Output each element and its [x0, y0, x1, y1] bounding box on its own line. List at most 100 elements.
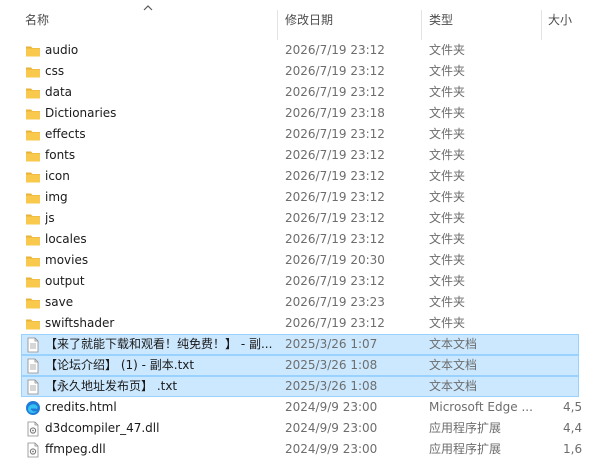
file-date: 2024/9/9 23:00 [285, 421, 378, 435]
file-name: effects [45, 127, 86, 141]
column-divider[interactable] [277, 10, 278, 40]
folder-icon [25, 190, 41, 206]
file-row[interactable]: 【论坛介绍】 (1) - 副本.txt 2025/3/26 1:08 文本文档 [0, 355, 590, 376]
folder-icon [25, 106, 41, 122]
file-type: Microsoft Edge ... [429, 400, 533, 414]
file-type: 文件夹 [429, 316, 466, 330]
file-type: 文件夹 [429, 253, 466, 267]
file-type: 文件夹 [429, 295, 466, 309]
file-row[interactable]: 【永久地址发布页】 .txt 2025/3/26 1:08 文本文档 [0, 376, 590, 397]
file-row[interactable]: output 2026/7/19 23:12 文件夹 [0, 271, 590, 292]
file-row[interactable]: save 2026/7/19 23:23 文件夹 [0, 292, 590, 313]
file-name: output [45, 274, 85, 288]
file-type: 文件夹 [429, 106, 466, 120]
file-type: 文本文档 [429, 358, 478, 372]
file-row[interactable]: 【来了就能下载和观看！纯免费！】 - 副... 2025/3/26 1:07 文本文… [0, 334, 590, 355]
file-date: 2026/7/19 23:12 [285, 148, 385, 162]
file-date: 2026/7/19 23:12 [285, 85, 385, 99]
folder-icon [25, 232, 41, 248]
file-type: 文件夹 [429, 43, 466, 57]
column-header-date[interactable]: 修改日期 [285, 0, 415, 40]
file-date: 2025/3/26 1:08 [285, 358, 378, 372]
text-file-icon [25, 379, 41, 395]
folder-icon [25, 316, 41, 332]
column-divider[interactable] [421, 10, 422, 40]
edge-html-icon [25, 400, 41, 416]
file-name: 【来了就能下载和观看！纯免费！】 - 副... [45, 337, 273, 351]
file-type: 文件夹 [429, 274, 466, 288]
file-type: 文件夹 [429, 148, 466, 162]
file-date: 2026/7/19 23:23 [285, 295, 385, 309]
file-date: 2026/7/19 23:12 [285, 316, 385, 330]
file-row[interactable]: locales 2026/7/19 23:12 文件夹 [0, 229, 590, 250]
file-date: 2026/7/19 23:18 [285, 106, 385, 120]
file-type: 文件夹 [429, 169, 466, 183]
vertical-scrollbar[interactable] [582, 40, 590, 469]
file-name: 【永久地址发布页】 .txt [45, 379, 178, 393]
file-name: ffmpeg.dll [45, 442, 106, 456]
file-date: 2026/7/19 23:12 [285, 127, 385, 141]
file-date: 2026/7/19 23:12 [285, 169, 385, 183]
file-name: fonts [45, 148, 76, 162]
file-name: save [45, 295, 74, 309]
folder-icon [25, 64, 41, 80]
dll-file-icon [25, 442, 41, 458]
folder-icon [25, 295, 41, 311]
file-row[interactable]: css 2026/7/19 23:12 文件夹 [0, 61, 590, 82]
file-type: 文本文档 [429, 337, 478, 351]
file-date: 2026/7/19 23:12 [285, 274, 385, 288]
folder-icon [25, 253, 41, 269]
file-row[interactable]: ffmpeg.dll 2024/9/9 23:00 应用程序扩展 1,6 [0, 439, 590, 460]
file-type: 应用程序扩展 [429, 442, 502, 456]
file-type: 文件夹 [429, 64, 466, 78]
file-row[interactable]: data 2026/7/19 23:12 文件夹 [0, 82, 590, 103]
file-date: 2025/3/26 1:07 [285, 337, 378, 351]
file-row[interactable]: audio 2026/7/19 23:12 文件夹 [0, 40, 590, 61]
folder-icon [25, 85, 41, 101]
file-row[interactable]: Dictionaries 2026/7/19 23:18 文件夹 [0, 103, 590, 124]
file-date: 2026/7/19 23:12 [285, 43, 385, 57]
file-row[interactable]: icon 2026/7/19 23:12 文件夹 [0, 166, 590, 187]
file-name: 【论坛介绍】 (1) - 副本.txt [45, 358, 195, 372]
column-header-name[interactable]: 名称 [25, 0, 275, 40]
file-name: audio [45, 43, 79, 57]
file-date: 2025/3/26 1:08 [285, 379, 378, 393]
text-file-icon [25, 358, 41, 374]
file-name: Dictionaries [45, 106, 117, 120]
file-name: swiftshader [45, 316, 115, 330]
folder-icon [25, 274, 41, 290]
folder-icon [25, 127, 41, 143]
file-type: 应用程序扩展 [429, 421, 502, 435]
file-row[interactable]: credits.html 2024/9/9 23:00 Microsoft Edge… [0, 397, 590, 418]
text-file-icon [25, 337, 41, 353]
file-row[interactable]: d3dcompiler_47.dll 2024/9/9 23:00 应用程序扩展 4,… [0, 418, 590, 439]
file-type: 文件夹 [429, 211, 466, 225]
file-date: 2024/9/9 23:00 [285, 400, 378, 414]
file-name: img [45, 190, 68, 204]
file-row[interactable]: swiftshader 2026/7/19 23:12 文件夹 [0, 313, 590, 334]
file-name: css [45, 64, 65, 78]
file-name: movies [45, 253, 89, 267]
folder-icon [25, 169, 41, 185]
column-divider[interactable] [541, 10, 542, 40]
file-name: icon [45, 169, 70, 183]
column-header-size[interactable]: 大小 [548, 0, 590, 40]
file-date: 2024/9/9 23:00 [285, 442, 378, 456]
file-row[interactable]: js 2026/7/19 23:12 文件夹 [0, 208, 590, 229]
dll-file-icon [25, 421, 41, 437]
folder-icon [25, 211, 41, 227]
column-header-bar: 名称 修改日期 类型 大小 [0, 0, 590, 40]
folder-icon [25, 148, 41, 164]
folder-icon [25, 43, 41, 59]
file-date: 2026/7/19 20:30 [285, 253, 385, 267]
file-name: locales [45, 232, 87, 246]
file-row[interactable]: fonts 2026/7/19 23:12 文件夹 [0, 145, 590, 166]
file-name: js [45, 211, 55, 225]
file-row[interactable]: movies 2026/7/19 20:30 文件夹 [0, 250, 590, 271]
column-header-type[interactable]: 类型 [429, 0, 539, 40]
file-name: d3dcompiler_47.dll [45, 421, 160, 435]
file-row[interactable]: img 2026/7/19 23:12 文件夹 [0, 187, 590, 208]
file-date: 2026/7/19 23:12 [285, 64, 385, 78]
file-name: data [45, 85, 73, 99]
file-row[interactable]: effects 2026/7/19 23:12 文件夹 [0, 124, 590, 145]
